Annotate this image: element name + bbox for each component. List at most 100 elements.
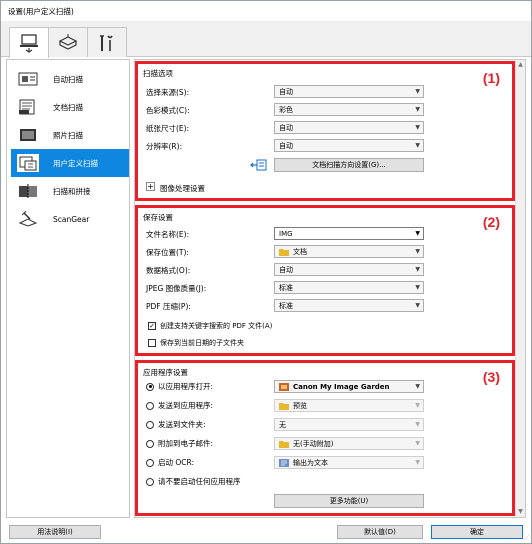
image-processing-label[interactable]: 图像处理设置 [160, 183, 205, 194]
general-settings-tab[interactable] [87, 27, 127, 57]
resolution-label: 分辨率(R): [146, 142, 183, 151]
sidebar-item-custom-scan[interactable]: 用户定义扫描 [11, 149, 129, 177]
resolution-value: 自动 [279, 141, 293, 150]
filename-value: IMG [279, 229, 293, 238]
photo-scan-icon [17, 126, 39, 144]
folder-icon [279, 248, 289, 256]
resize-grip-icon[interactable]: ⋰ [523, 534, 529, 541]
radio-unselected-icon [146, 420, 154, 429]
title-bar: 设置(用户定义扫描) [1, 1, 531, 21]
jpeg-quality-select[interactable]: 标准 ▼ [274, 281, 424, 294]
send-to-app-select[interactable]: 预览 ▼ [274, 399, 424, 412]
source-value: 自动 [279, 87, 293, 96]
scan-options-title: 扫描选项 [143, 69, 173, 78]
instructions-button[interactable]: 用法说明(I) [9, 525, 101, 539]
orientation-settings-button[interactable]: 文档扫描方向设置(G)... [274, 158, 424, 172]
scan-options-section: 扫描选项 (1) 选择来源(S): 自动 ▼ 色彩模式(C): 彩色 ▼ 纸张尺寸(… [135, 61, 515, 201]
send-to-app-radio[interactable]: 发送到应用程序: [146, 400, 213, 411]
sidebar-item-stitch-scan[interactable]: 扫描和拼接 [11, 177, 129, 205]
window-title: 设置(用户定义扫描) [8, 7, 74, 16]
chevron-down-icon: ▼ [415, 440, 420, 447]
start-ocr-label: 启动 OCR: [158, 458, 195, 467]
stitch-scan-icon [17, 182, 39, 200]
color-mode-select[interactable]: 彩色 ▼ [274, 103, 424, 116]
searchable-pdf-checkbox[interactable]: ✓ 创建支持关键字搜索的 PDF 文件(A) [148, 321, 272, 331]
chevron-down-icon: ▼ [415, 106, 420, 113]
paper-size-select[interactable]: 自动 ▼ [274, 121, 424, 134]
chevron-down-icon: ▼ [415, 402, 420, 409]
sidebar-item-auto-scan[interactable]: 自动扫描 [11, 65, 129, 93]
image-garden-icon [279, 382, 289, 391]
checkbox-unchecked-icon [148, 339, 156, 347]
sidebar-item-label: ScanGear [53, 214, 90, 224]
radio-unselected-icon [146, 477, 154, 486]
chevron-down-icon: ▼ [415, 302, 420, 309]
source-select[interactable]: 自动 ▼ [274, 85, 424, 98]
attach-email-radio[interactable]: 附加到电子邮件: [146, 438, 213, 449]
defaults-button[interactable]: 默认值(D) [337, 525, 423, 539]
pdf-compression-select[interactable]: 标准 ▼ [274, 299, 424, 312]
attach-email-value: 无(手动附加) [293, 439, 334, 448]
chevron-down-icon: ▼ [415, 142, 420, 149]
ok-button[interactable]: 确定 [431, 525, 523, 539]
resolution-select[interactable]: 自动 ▼ [274, 139, 424, 152]
chevron-down-icon: ▼ [415, 230, 420, 237]
open-with-app-select[interactable]: Canon My Image Garden ▼ [274, 380, 424, 393]
scroll-down-icon[interactable]: ▼ [516, 507, 525, 517]
open-with-app-label: 以应用程序打开: [158, 382, 214, 391]
section-number-3: (3) [482, 369, 500, 385]
chevron-down-icon: ▼ [415, 266, 420, 273]
date-subfolder-checkbox[interactable]: 保存到当前日期的子文件夹 [148, 338, 244, 348]
data-format-select[interactable]: 自动 ▼ [274, 263, 424, 276]
save-location-select[interactable]: 文档 ▼ [274, 245, 424, 258]
scanner-icon [58, 33, 78, 50]
sidebar-item-label: 照片扫描 [53, 130, 83, 140]
scan-from-computer-tab[interactable] [9, 27, 49, 58]
open-with-app-radio[interactable]: 以应用程序打开: [146, 381, 213, 392]
start-ocr-select[interactable]: 输出为文本 ▼ [274, 456, 424, 469]
sidebar-item-photo-scan[interactable]: 照片扫描 [11, 121, 129, 149]
chevron-down-icon: ▼ [415, 248, 420, 255]
attach-email-select[interactable]: 无(手动附加) ▼ [274, 437, 424, 450]
scroll-up-icon[interactable]: ▲ [516, 60, 525, 70]
scan-from-panel-tab[interactable] [48, 27, 88, 57]
send-to-folder-select[interactable]: 无 ▼ [274, 418, 424, 431]
save-location-value: 文档 [293, 247, 307, 256]
expand-icon[interactable]: + [146, 182, 155, 191]
paper-size-value: 自动 [279, 123, 293, 132]
preview-icon [279, 402, 289, 410]
document-scan-icon [17, 98, 39, 116]
paper-size-label: 纸张尺寸(E): [146, 124, 190, 133]
attach-email-label: 附加到电子邮件: [158, 439, 214, 448]
chevron-down-icon: ▼ [415, 88, 420, 95]
computer-scan-icon [20, 34, 38, 53]
send-to-folder-radio[interactable]: 发送到文件夹: [146, 419, 206, 430]
no-app-label: 请不要启动任何应用程序 [158, 477, 241, 486]
tools-icon [100, 34, 113, 51]
start-ocr-radio[interactable]: 启动 OCR: [146, 457, 194, 468]
send-to-folder-label: 发送到文件夹: [158, 420, 206, 429]
filename-input[interactable]: IMG ▼ [274, 227, 424, 240]
section-number-1: (1) [482, 70, 500, 86]
chevron-down-icon: ▼ [415, 459, 420, 466]
send-to-folder-value: 无 [279, 420, 286, 429]
sidebar-item-label: 用户定义扫描 [53, 158, 98, 168]
chevron-down-icon: ▼ [415, 421, 420, 428]
section-number-2: (2) [482, 214, 500, 230]
checkbox-checked-icon: ✓ [148, 322, 156, 330]
vertical-scrollbar[interactable]: ▲ ▼ [515, 60, 525, 517]
sidebar-item-scangear[interactable]: ScanGear [11, 205, 129, 233]
settings-window: 设置(用户定义扫描) 自动扫描 文档扫描 照片扫描 用户定义扫描 扫描和拼接 S… [0, 0, 532, 544]
auto-scan-icon [17, 70, 39, 88]
scangear-icon [17, 210, 39, 228]
no-app-radio[interactable]: 请不要启动任何应用程序 [146, 476, 241, 487]
radio-unselected-icon [146, 458, 154, 467]
pdf-compression-value: 标准 [279, 301, 293, 310]
send-to-app-value: 预览 [293, 401, 307, 410]
sidebar-item-document-scan[interactable]: 文档扫描 [11, 93, 129, 121]
more-functions-button[interactable]: 更多功能(U) [274, 494, 424, 508]
chevron-down-icon: ▼ [415, 383, 420, 390]
save-settings-section: 保存设置 (2) 文件名称(E): IMG ▼ 保存位置(T): 文档 ▼ 数据格式… [135, 205, 515, 356]
app-settings-title: 应用程序设置 [143, 368, 188, 377]
sidebar-item-label: 扫描和拼接 [53, 186, 91, 196]
